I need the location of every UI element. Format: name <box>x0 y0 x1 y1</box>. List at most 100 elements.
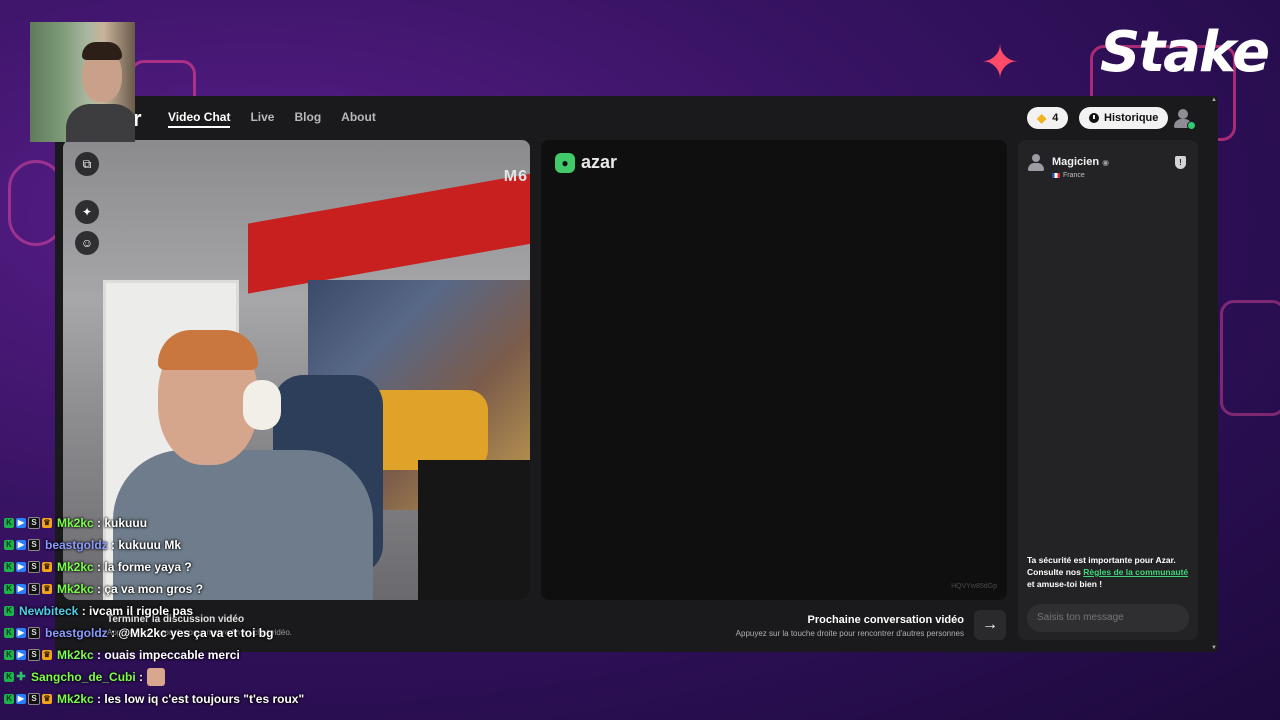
smiley-icon: ☺ <box>80 236 94 250</box>
page-scrollbar[interactable]: ▲ ▼ <box>1210 96 1218 652</box>
partner-info[interactable]: Magicien ◉ France <box>1028 152 1109 179</box>
chat-username: Mk2kc <box>57 582 94 596</box>
crown-badge-icon: ♛ <box>42 650 52 660</box>
chat-message: K ▶ S beastgoldz : @Mk2kc yes ça va et toi… <box>4 622 604 644</box>
prime-badge-icon: ▶ <box>16 518 26 528</box>
stake-logo: Stake <box>1100 20 1270 85</box>
session-id: HQVYw85dGp <box>951 583 997 590</box>
stickers-button[interactable]: ☺ <box>75 231 99 255</box>
sub-badge-icon: S <box>28 583 40 595</box>
kick-badge-icon: K <box>4 584 14 594</box>
next-chat-title: Prochaine conversation vidéo <box>807 614 965 626</box>
chat-panel: Magicien ◉ France ! Ta sécurité est impor… <box>1018 140 1198 640</box>
crown-badge-icon: ♛ <box>42 694 52 704</box>
chat-username: Newbiteck <box>19 604 79 618</box>
azar-logo-text: azar <box>581 152 618 172</box>
switch-camera-button[interactable]: ⧉ <box>75 152 99 176</box>
profile-icon[interactable] <box>1173 108 1196 130</box>
chat-username: Mk2kc <box>57 560 94 574</box>
chat-message: K ▶ S ♛ Mk2kc : kukuuu <box>4 512 604 534</box>
gem-icon: ◆ <box>1037 111 1047 125</box>
chat-text: : kukuuu <box>97 516 148 530</box>
prime-badge-icon: ▶ <box>16 694 26 704</box>
crown-badge-icon: ♛ <box>42 562 52 572</box>
top-navbar: r Video Chat Live Blog About ◆ 4 Histori… <box>55 96 1218 140</box>
chat-message: K ▶ S ♛ Mk2kc : ça va mon gros ? <box>4 578 604 600</box>
partner-avatar-icon <box>1028 154 1044 172</box>
chat-username: beastgoldz <box>45 626 108 640</box>
prime-badge-icon: ▶ <box>16 628 26 638</box>
chat-text: : la forme yaya ? <box>97 560 192 574</box>
sub-badge-icon: S <box>28 517 40 529</box>
nav-about[interactable]: About <box>341 110 376 128</box>
chat-text: : @Mk2kc yes ça va et toi bg <box>111 626 274 640</box>
kick-badge-icon: K <box>4 628 14 638</box>
nav-live[interactable]: Live <box>250 110 274 128</box>
chat-text: : <box>139 670 144 684</box>
kick-badge-icon: K <box>4 650 14 660</box>
scroll-down-icon[interactable]: ▼ <box>1211 645 1217 651</box>
history-label: Historique <box>1104 112 1159 124</box>
prime-badge-icon: ▶ <box>16 540 26 550</box>
crown-badge-icon: ♛ <box>42 518 52 528</box>
nav-video-chat[interactable]: Video Chat <box>168 110 231 128</box>
chat-text: : les low iq c'est toujours "t'es roux" <box>97 692 305 706</box>
chat-username: Mk2kc <box>57 516 94 530</box>
history-button[interactable]: Historique <box>1079 107 1169 129</box>
sparkle-icon: ✦ <box>980 36 1020 88</box>
azar-logo: ● azar <box>555 152 617 173</box>
partner-country: France <box>1052 172 1109 179</box>
chat-text: : ça va mon gros ? <box>97 582 204 596</box>
sub-badge-icon: S <box>28 561 40 573</box>
gems-count: 4 <box>1052 112 1059 124</box>
chat-text: : ivcam il rigole pas <box>81 604 194 618</box>
video-watermark: M6 <box>503 168 528 185</box>
safety-notice: Ta sécurité est importante pour Azar. Co… <box>1027 555 1189 589</box>
switch-camera-icon: ⧉ <box>82 156 92 171</box>
next-chat-hint: Appuyez sur la touche droite pour rencon… <box>735 629 964 638</box>
chat-message: K ▶ S ♛ Mk2kc : les low iq c'est toujours "… <box>4 688 604 710</box>
nav-blog[interactable]: Blog <box>294 110 321 128</box>
kick-badge-icon: K <box>4 518 14 528</box>
chat-username: Mk2kc <box>57 648 94 662</box>
effects-button[interactable]: ✦ <box>75 200 99 224</box>
remote-video: ● azar HQVYw85dGp <box>541 140 1007 600</box>
crown-badge-icon: ♛ <box>42 584 52 594</box>
gems-button[interactable]: ◆ 4 <box>1027 107 1069 129</box>
chat-message-input[interactable] <box>1027 604 1189 632</box>
clock-icon <box>1089 113 1099 123</box>
next-chat-button[interactable]: → <box>974 610 1006 640</box>
report-shield-icon[interactable]: ! <box>1175 156 1186 169</box>
kick-badge-icon: K <box>4 672 14 682</box>
chat-message: K ▶ S beastgoldz : kukuuu Mk <box>4 534 604 556</box>
chat-message: K ▶ S ♛ Mk2kc : la forme yaya ? <box>4 556 604 578</box>
arrow-right-icon: → <box>982 616 998 633</box>
azar-logo-icon: ● <box>555 152 575 173</box>
chat-message: K Newbiteck : ivcam il rigole pas <box>4 600 604 622</box>
chat-message: K ✚ Sangcho_de_Cubi : <box>4 666 604 688</box>
chat-username: beastgoldz <box>45 538 108 552</box>
kick-badge-icon: K <box>4 540 14 550</box>
prime-badge-icon: ▶ <box>16 650 26 660</box>
scroll-up-icon[interactable]: ▲ <box>1211 97 1217 103</box>
chat-username: Sangcho_de_Cubi <box>31 670 136 684</box>
sub-badge-icon: S <box>28 649 40 661</box>
community-rules-link[interactable]: Règles de la communauté <box>1083 567 1188 577</box>
streamer-webcam <box>30 22 135 142</box>
france-flag-icon <box>1052 173 1060 178</box>
partner-name: Magicien <box>1052 156 1100 168</box>
kick-badge-icon: K <box>4 562 14 572</box>
nav-links: Video Chat Live Blog About <box>168 110 376 128</box>
chat-message: K ▶ S ♛ Mk2kc : ouais impeccable merci <box>4 644 604 666</box>
sparkles-icon: ✦ <box>81 205 93 219</box>
stream-chat-overlay: K ▶ S ♛ Mk2kc : kukuuu K ▶ S beastgoldz : kuk… <box>4 512 604 710</box>
prime-badge-icon: ▶ <box>16 562 26 572</box>
diamond-badge-icon: ✚ <box>16 671 26 683</box>
sub-badge-icon: S <box>28 693 40 705</box>
prime-badge-icon: ▶ <box>16 584 26 594</box>
sub-badge-icon: S <box>28 539 40 551</box>
chat-username: Mk2kc <box>57 692 94 706</box>
chat-text: : kukuuu Mk <box>111 538 182 552</box>
sub-badge-icon: S <box>28 627 40 639</box>
kick-badge-icon: K <box>4 694 14 704</box>
